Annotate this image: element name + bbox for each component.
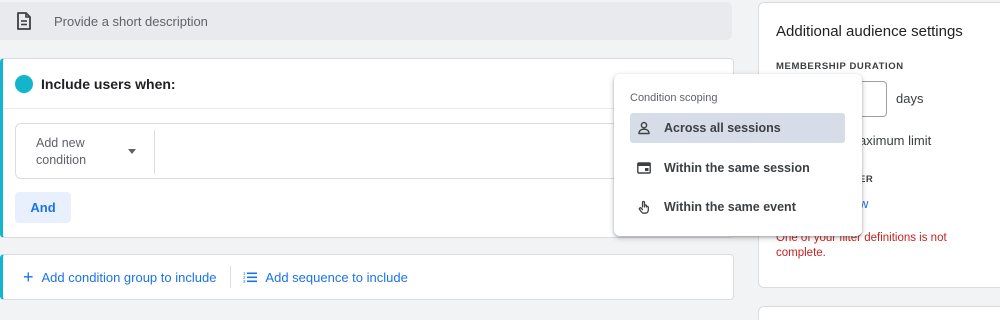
maximum-limit-label: aximum limit (859, 133, 932, 148)
add-new-condition-label: Add new condition (36, 136, 87, 167)
add-condition-group-button[interactable]: + Add condition group to include (23, 268, 216, 286)
secondary-settings-panel (758, 306, 1000, 320)
add-sequence-button[interactable]: 1 2 3 Add sequence to include (243, 270, 407, 285)
svg-text:3: 3 (243, 279, 246, 283)
caret-down-icon (128, 149, 136, 154)
days-label: days (896, 91, 924, 106)
scope-within-same-event[interactable]: Within the same event (630, 192, 845, 222)
person-icon (637, 121, 651, 135)
and-button[interactable]: And (15, 192, 71, 223)
description-placeholder: Provide a short description (54, 13, 208, 29)
plus-icon: + (23, 267, 34, 287)
panel-title: Additional audience settings (776, 23, 963, 40)
scope-label: Across all sessions (664, 121, 781, 135)
description-field[interactable]: Provide a short description (0, 2, 732, 40)
add-bar-divider (230, 266, 232, 288)
add-condition-group-label: Add condition group to include (41, 269, 217, 285)
session-card-icon (637, 161, 651, 175)
touch-hand-icon (637, 200, 651, 214)
add-group-bar: + Add condition group to include 1 2 3 A… (0, 254, 734, 300)
condition-scoping-title: Condition scoping (630, 92, 718, 104)
scope-label: Within the same session (664, 161, 810, 175)
sequence-list-icon: 1 2 3 (243, 271, 258, 284)
condition-divider (154, 130, 155, 174)
document-icon (16, 12, 32, 30)
add-new-condition-select[interactable]: Add new condition (16, 124, 154, 180)
group-color-dot (15, 74, 33, 93)
include-group-title: Include users when: (41, 75, 176, 92)
scope-within-same-session[interactable]: Within the same session (630, 153, 845, 183)
scope-label: Within the same event (664, 200, 796, 214)
membership-duration-heading: MEMBERSHIP DURATION (776, 61, 904, 72)
condition-scoping-menu: Condition scoping Across all sessions Wi… (614, 74, 862, 236)
scope-across-all-sessions[interactable]: Across all sessions (630, 113, 845, 143)
condition-row: Add new condition (15, 123, 655, 179)
add-sequence-label: Add sequence to include (265, 269, 408, 285)
